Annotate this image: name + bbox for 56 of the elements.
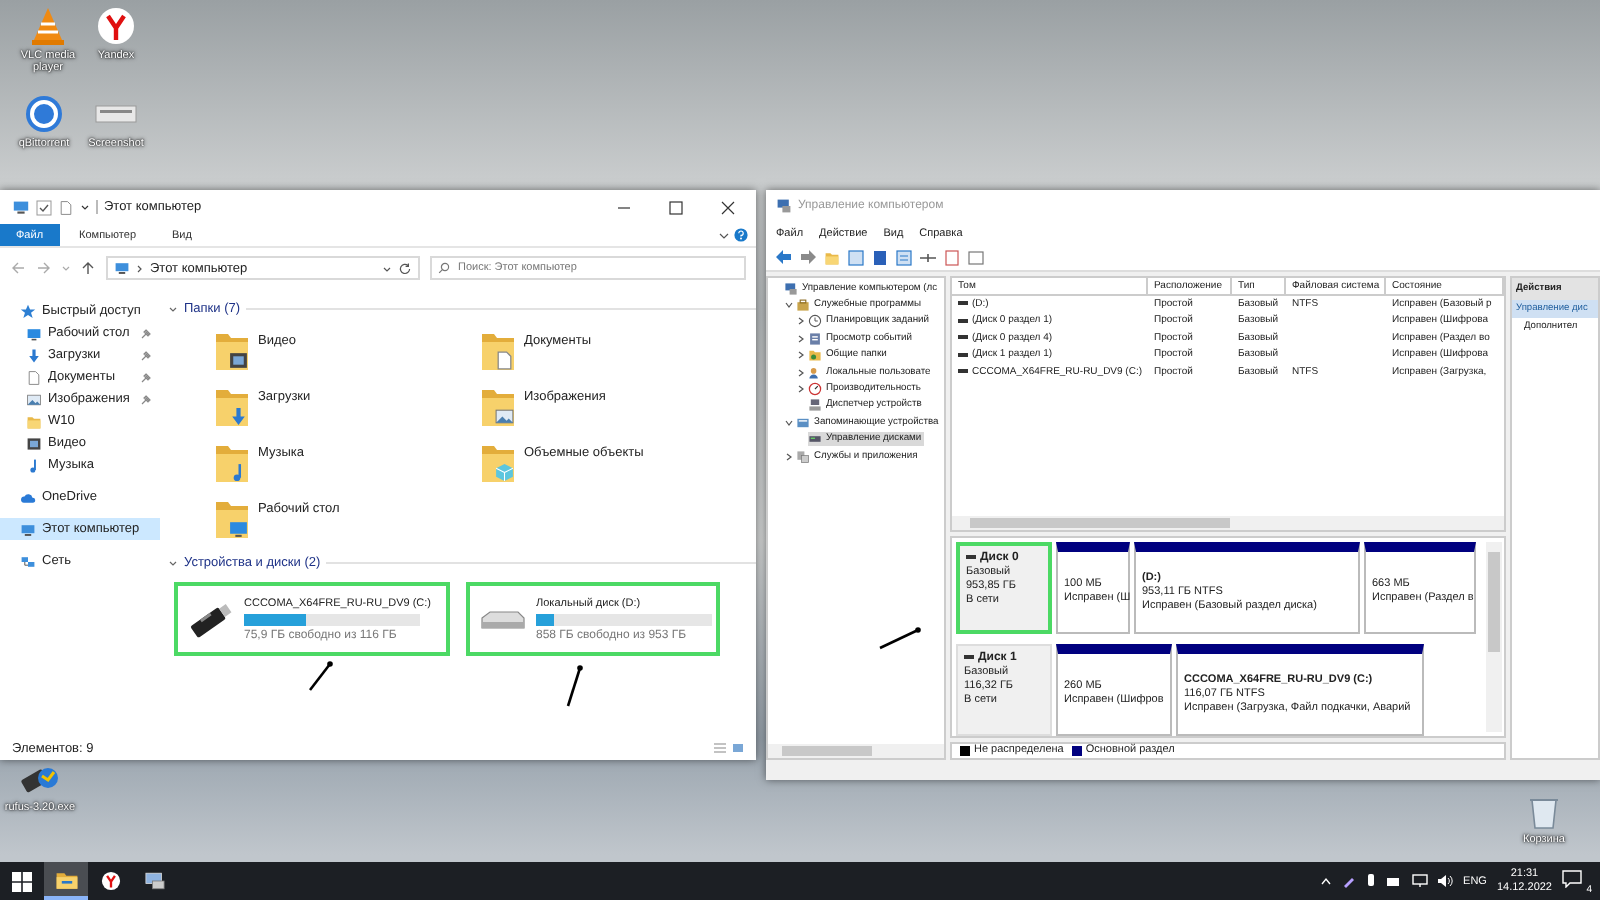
breadcrumb-chevron-icon[interactable]: [136, 263, 144, 273]
windows-logo-icon: [12, 871, 32, 891]
document-icon: [26, 369, 42, 385]
computer-icon: [12, 198, 30, 216]
collapse-chevron-icon[interactable]: [168, 558, 178, 568]
refresh-icon[interactable]: [398, 261, 412, 275]
checkmark-icon[interactable]: [36, 199, 52, 215]
network-icon: [20, 553, 36, 569]
storage-icon: [796, 415, 810, 430]
film-icon: [26, 435, 42, 451]
folder-icon: [53, 868, 79, 894]
toolbox-icon: [796, 298, 810, 313]
folder-icon[interactable]: [214, 384, 250, 428]
message-icon: [1562, 869, 1582, 887]
annotation-arrow: [306, 660, 334, 692]
maximize-icon[interactable]: [668, 199, 684, 215]
picture-icon: [26, 391, 42, 407]
cloud-icon: [20, 489, 36, 505]
folder-icon[interactable]: [214, 328, 250, 372]
scrollbar-thumb[interactable]: [970, 517, 1230, 528]
folder-icon: [26, 413, 42, 429]
document-icon: [58, 199, 74, 215]
annotation-arrow: [564, 664, 584, 708]
shared-folder-icon: [808, 348, 822, 363]
tiles-view-icon[interactable]: [732, 742, 744, 754]
scrollbar-thumb[interactable]: [782, 746, 872, 756]
close-icon[interactable]: [720, 199, 736, 215]
scrollbar-thumb[interactable]: [1488, 551, 1500, 652]
event-log-icon: [808, 331, 822, 346]
monitor-icon: [26, 325, 42, 341]
download-arrow-icon: [26, 347, 42, 363]
pen-icon[interactable]: [1341, 874, 1356, 888]
dropdown-caret-icon[interactable]: [80, 202, 90, 212]
collapse-chevron-icon[interactable]: [168, 304, 178, 314]
computer-icon: [20, 521, 36, 537]
help-icon[interactable]: [734, 228, 748, 242]
music-note-icon: [26, 457, 42, 473]
speaker-icon[interactable]: [1437, 874, 1454, 888]
properties-icon[interactable]: [896, 249, 912, 265]
annotation-arrow: [878, 626, 922, 650]
monitor-icon[interactable]: [1411, 874, 1428, 888]
browser-icon: [97, 868, 123, 894]
clock-icon: [808, 314, 822, 329]
dropdown-caret-icon[interactable]: [382, 263, 392, 273]
expand-ribbon-icon[interactable]: [718, 229, 730, 241]
gauge-icon: [808, 382, 822, 397]
computer-icon: [114, 260, 130, 276]
star-icon: [20, 303, 36, 319]
chevron-up-icon[interactable]: [1319, 876, 1332, 886]
users-icon: [808, 365, 822, 380]
disk-drive-icon: [808, 432, 822, 447]
up-arrow-icon[interactable]: [80, 260, 96, 276]
folder-icon[interactable]: [214, 440, 250, 484]
folder-icon[interactable]: [480, 384, 516, 428]
back-arrow-icon[interactable]: [776, 250, 792, 264]
forward-arrow-icon[interactable]: [800, 250, 816, 264]
